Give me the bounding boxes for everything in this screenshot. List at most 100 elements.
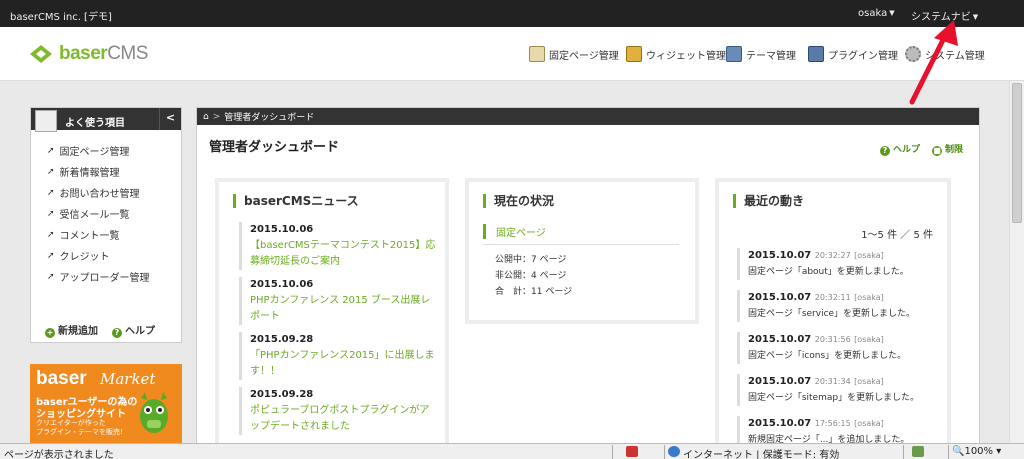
sidebar-item-label: コメント一覧 xyxy=(59,231,120,242)
help-link[interactable]: ? ヘルプ xyxy=(879,142,920,156)
status-total: 合 計：11 ページ xyxy=(495,287,573,297)
news-date: 2015.10.06 xyxy=(250,279,314,290)
news-item: 2015.10.06 【baserCMSテーマコンテスト2015】応募締切延長の… xyxy=(239,222,439,270)
sidebar-item[interactable]: ➚ アップローダー管理 xyxy=(31,266,181,287)
logo-icon xyxy=(30,45,52,63)
news-link[interactable]: ポピュラーブログポストプラグインがアップデートされました xyxy=(250,403,439,435)
status-public: 公開中：7 ページ xyxy=(495,255,567,265)
sidebar-item[interactable]: ➚ コメント一覧 xyxy=(31,224,181,245)
page-icon xyxy=(529,46,545,62)
scrollbar-thumb[interactable] xyxy=(1012,83,1022,223)
status-list: 公開中：7 ページ 非公開：4 ページ 合 計：11 ページ xyxy=(495,252,572,300)
recent-desc: 固定ページ「sitemap」を更新しました。 xyxy=(748,393,920,403)
recent-user: [osaka] xyxy=(854,335,884,344)
pin-icon: ➚ xyxy=(47,271,55,282)
recent-user: [osaka] xyxy=(854,419,884,428)
news-link[interactable]: 【baserCMSテーマコンテスト2015】応募締切延長のご案内 xyxy=(250,238,439,270)
logo-text-baser: baser xyxy=(59,43,108,64)
nav-plugin-management[interactable]: プラグイン管理 xyxy=(808,44,898,64)
sidebar-item[interactable]: ➚ 固定ページ管理 xyxy=(31,140,181,161)
sidebar-footer: + 新規追加 ? ヘルプ xyxy=(45,322,155,338)
status-divider xyxy=(903,445,904,459)
breadcrumb: ⌂ > 管理者ダッシュボード xyxy=(197,108,979,125)
privacy-icon[interactable] xyxy=(626,446,638,457)
sidebar-item-label: 固定ページ管理 xyxy=(59,147,130,158)
baser-market-banner[interactable]: baser Market baserユーザーの為の ショッピングサイト クリエイ… xyxy=(30,364,182,444)
sidebar-help-button[interactable]: ? ヘルプ xyxy=(112,322,155,338)
sidebar-item[interactable]: ➚ クレジット xyxy=(31,245,181,266)
widget-icon xyxy=(626,46,642,62)
breadcrumb-separator: > xyxy=(212,111,221,122)
news-item: 2015.09.28 「PHPカンファレンス2015」に出展します！！ xyxy=(239,332,439,380)
help-icon: ? xyxy=(879,146,890,156)
zoom-value: 100% xyxy=(964,446,994,457)
protected-mode-icon[interactable] xyxy=(912,446,924,457)
logo-text-cms: CMS xyxy=(107,43,148,64)
pin-icon: ➚ xyxy=(47,208,55,219)
sidebar-item[interactable]: ➚ お問い合わせ管理 xyxy=(31,182,181,203)
recent-time: 20:31:56 xyxy=(814,335,851,344)
recent-pager: 1～5 件 ／ 5 件 xyxy=(861,230,933,241)
banner-brand-script: Market xyxy=(100,370,156,388)
theme-icon xyxy=(726,46,742,62)
sidebar-item-label: アップローダー管理 xyxy=(59,273,150,284)
user-menu[interactable]: osaka ▼ xyxy=(858,8,895,19)
banner-brand: baser xyxy=(36,368,87,389)
basercms-logo[interactable]: baserCMS xyxy=(28,41,148,67)
plugin-icon xyxy=(808,46,824,62)
nav-label: ウィジェット管理 xyxy=(646,50,726,62)
recent-date: 2015.10.07 xyxy=(748,250,812,261)
nav-label: プラグイン管理 xyxy=(828,50,898,62)
news-link[interactable]: PHPカンファレンス 2015 ブース出展レポート xyxy=(250,293,439,325)
sidebar-title: よく使う項目 xyxy=(65,118,125,129)
pin-icon: ➚ xyxy=(47,229,55,240)
security-zone[interactable]: インターネット | 保護モード: 有効 xyxy=(683,446,839,459)
annotation-arrow xyxy=(909,20,958,105)
browser-status-bar: ページが表示されました インターネット | 保護モード: 有効 🔍100% ▾ xyxy=(0,443,1024,459)
status-title: 現在の状況 xyxy=(483,194,554,208)
limit-link[interactable]: ■ 制限 xyxy=(931,142,963,156)
caret-down-icon: ▼ xyxy=(889,9,895,17)
sidebar-item-label: お問い合わせ管理 xyxy=(59,189,140,200)
page-tools: ? ヘルプ ■ 制限 xyxy=(879,142,963,156)
top-bar: baserCMS inc. [デモ] osaka ▼ システムナビ ▼ xyxy=(0,0,1024,27)
globe-icon xyxy=(668,446,680,457)
sidebar-item-label: 新着情報管理 xyxy=(59,168,120,179)
caret-down-icon: ▼ xyxy=(972,13,979,21)
collapse-button[interactable]: < xyxy=(159,108,181,130)
nav-theme-management[interactable]: テーマ管理 xyxy=(726,44,796,64)
vertical-scrollbar[interactable] xyxy=(1009,81,1024,443)
status-divider xyxy=(948,445,949,459)
nav-widget-management[interactable]: ウィジェット管理 xyxy=(626,44,726,64)
recent-time: 17:56:15 xyxy=(814,419,851,428)
sidebar-item[interactable]: ➚ 新着情報管理 xyxy=(31,161,181,182)
home-icon[interactable]: ⌂ xyxy=(203,112,209,122)
status-message: ページが表示されました xyxy=(4,450,114,459)
status-divider xyxy=(664,445,665,459)
recent-title: 最近の動き xyxy=(733,194,804,208)
news-panel: baserCMSニュース 2015.10.06 【baserCMSテーマコンテス… xyxy=(215,178,449,458)
sidebar-header: よく使う項目 < xyxy=(31,108,181,132)
recent-desc: 固定ページ「icons」を更新しました。 xyxy=(748,351,907,361)
user-menu-label: osaka xyxy=(858,8,888,19)
sidebar-item[interactable]: ➚ 受信メール一覧 xyxy=(31,203,181,224)
pin-icon: ➚ xyxy=(47,166,55,177)
favorites-icon xyxy=(35,110,57,132)
site-name-link[interactable]: baserCMS inc. [デモ] xyxy=(10,8,112,23)
zoom-level[interactable]: 🔍100% ▾ xyxy=(952,446,1001,457)
header: baserCMS 固定ページ管理 ウィジェット管理 テーマ管理 プラグイン管理 … xyxy=(0,27,1024,81)
lock-icon: ■ xyxy=(931,146,942,156)
status-panel: 現在の状況 固定ページ 公開中：7 ページ 非公開：4 ページ 合 計：11 ペ… xyxy=(465,178,699,324)
nav-page-management[interactable]: 固定ページ管理 xyxy=(529,44,619,64)
recent-time: 20:31:34 xyxy=(814,377,851,386)
banner-line: プラグイン・テーマを販売! xyxy=(36,428,123,436)
recent-desc: 固定ページ「service」を更新しました。 xyxy=(748,309,916,319)
news-link[interactable]: 「PHPカンファレンス2015」に出展します！！ xyxy=(250,348,439,380)
main-panel: ⌂ > 管理者ダッシュボード 管理者ダッシュボード ? ヘルプ ■ 制限 baser… xyxy=(196,107,980,458)
pin-icon: ➚ xyxy=(47,250,55,261)
add-label: 新規追加 xyxy=(58,326,98,337)
news-date: 2015.09.28 xyxy=(250,389,314,400)
add-favorite-button[interactable]: + 新規追加 xyxy=(45,322,98,338)
pin-icon: ➚ xyxy=(47,145,55,156)
help-label: ヘルプ xyxy=(125,326,155,337)
